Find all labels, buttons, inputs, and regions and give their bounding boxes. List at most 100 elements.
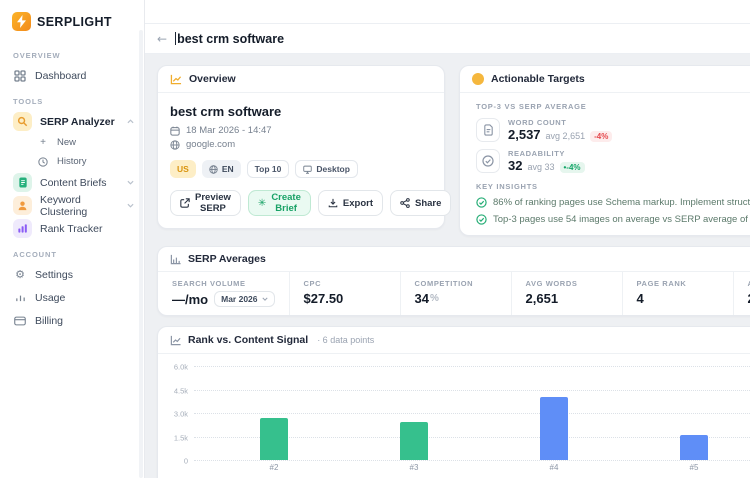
share-nodes-icon xyxy=(400,198,410,208)
chevron-up-icon[interactable] xyxy=(127,119,134,124)
sidebar-item-keyword-clustering[interactable]: Keyword Clustering xyxy=(0,194,144,218)
key-insights-label: KEY INSIGHTS xyxy=(476,182,538,191)
line-chart-icon xyxy=(170,74,182,85)
x-axis-label: #3 xyxy=(409,463,419,472)
sidebar-item-settings[interactable]: ⚙ Settings xyxy=(0,263,144,286)
dashboard-grid-icon xyxy=(13,69,27,82)
bar-#2[interactable] xyxy=(260,417,288,460)
search-icon xyxy=(13,112,32,131)
country-badge: US xyxy=(170,160,196,178)
month-dropdown[interactable]: Mar 2026 xyxy=(214,291,275,307)
sidebar-item-billing[interactable]: Billing xyxy=(0,309,144,332)
targets-card-title: Actionable Targets xyxy=(491,73,585,85)
chevron-down-icon[interactable] xyxy=(127,203,134,208)
sidebar-section-account: ACCOUNT xyxy=(13,250,57,259)
sidebar-item-rank-tracker[interactable]: Rank Tracker xyxy=(0,217,144,240)
lightning-bolt-icon xyxy=(12,12,31,31)
globe-icon xyxy=(209,164,218,174)
content: Overview best crm software 18 Mar 2026 -… xyxy=(145,54,750,478)
actionable-targets-card: Actionable Targets TOP-3 VS SERP AVERAGE… xyxy=(459,65,750,236)
sidebar-subitem-new[interactable]: + New xyxy=(0,133,144,152)
sidebar-item-content-briefs[interactable]: Content Briefs xyxy=(0,171,144,194)
word-count-value: 2,537 xyxy=(508,127,541,142)
y-axis-tick: 3.0k xyxy=(173,409,188,419)
calendar-icon xyxy=(170,126,180,136)
metric-word-count: WORD COUNT 2,537 avg 2,651 -4% xyxy=(476,118,750,142)
page-header: ← best crm software xyxy=(145,24,750,54)
metric-readability: READABILITY 32 avg 33 •-4% xyxy=(476,149,750,173)
sidebar-item-usage[interactable]: Usage xyxy=(0,286,144,309)
main-area: ← best crm software Overview best crm so… xyxy=(145,0,750,478)
sidebar-section-overview: OVERVIEW xyxy=(13,51,61,60)
person-icon xyxy=(13,196,32,215)
search-engine: google.com xyxy=(170,139,432,150)
share-button[interactable]: Share xyxy=(389,190,452,216)
y-axis-tick: 4.5k xyxy=(173,386,188,395)
check-circle-icon xyxy=(476,149,500,173)
device-badge: Desktop xyxy=(295,160,358,178)
text-caret xyxy=(175,31,177,45)
preview-serp-button[interactable]: Preview SERP xyxy=(170,190,241,216)
bar-#5[interactable] xyxy=(680,434,708,460)
overview-card: Overview best crm software 18 Mar 2026 -… xyxy=(157,65,452,229)
gridline: 6.0k xyxy=(174,363,750,372)
check-circle-icon xyxy=(476,197,487,208)
external-link-icon xyxy=(180,198,190,208)
x-axis-label: #5 xyxy=(689,463,699,472)
bar-chart-icon xyxy=(13,219,32,238)
stat-cpc: CPC $27.50 xyxy=(290,272,401,315)
sparkles-icon: ✳ xyxy=(257,197,267,209)
sidebar-scrollbar[interactable] xyxy=(139,30,143,478)
bar-#4[interactable] xyxy=(540,396,568,460)
chart-title: Rank vs. Content Signal xyxy=(188,334,309,346)
insight-item: Top-3 pages use 54 images on average vs … xyxy=(476,214,750,225)
chevron-down-icon xyxy=(261,297,268,301)
x-axis-label: #4 xyxy=(549,463,559,472)
chart-data-points-note: · 6 data points xyxy=(317,335,375,345)
document-icon xyxy=(13,173,32,192)
gear-icon: ⚙ xyxy=(15,268,25,281)
page-title: best crm software xyxy=(175,31,285,46)
chart-x-labels: #2 #3 #4 #5 xyxy=(194,463,750,474)
bar-chart-plot[interactable]: 6.0k 4.5k 3.0k 1.5k 0 xyxy=(174,363,750,466)
globe-icon xyxy=(170,139,180,150)
gridline: 0 xyxy=(184,457,750,466)
app-logo[interactable]: SERPLIGHT xyxy=(0,0,144,41)
chevron-down-icon[interactable] xyxy=(127,180,134,185)
download-icon xyxy=(328,198,338,208)
depth-badge: Top 10 xyxy=(246,160,290,178)
gridline: 3.0k xyxy=(174,410,750,419)
stat-competition: COMPETITION 34 % xyxy=(401,272,512,315)
rank-content-chart-card: Rank vs. Content Signal · 6 data points … xyxy=(157,326,750,478)
insight-item: 86% of ranking pages use Schema markup. … xyxy=(476,197,750,208)
language-badge: EN xyxy=(201,160,241,178)
sidebar-item-dashboard[interactable]: Dashboard xyxy=(0,64,144,87)
document-icon xyxy=(476,118,500,142)
sidebar: SERPLIGHT OVERVIEW Dashboard TOOLS SERP … xyxy=(0,0,145,478)
overview-card-title: Overview xyxy=(189,73,236,85)
word-count-delta-badge: -4% xyxy=(590,131,613,142)
back-arrow-icon[interactable]: ← xyxy=(157,32,167,46)
y-axis-tick: 1.5k xyxy=(173,433,188,442)
credit-card-icon xyxy=(13,316,27,326)
export-button[interactable]: Export xyxy=(317,190,383,216)
stat-page-rank: PAGE RANK 4 xyxy=(623,272,734,315)
check-circle-icon xyxy=(476,214,487,225)
top-bar xyxy=(145,0,750,24)
sidebar-item-serp-analyzer[interactable]: SERP Analyzer xyxy=(0,110,144,133)
gridline: 4.5k xyxy=(174,386,750,395)
scatter-chart-icon xyxy=(170,335,181,346)
target-dot-icon xyxy=(472,73,484,85)
clock-icon xyxy=(36,156,50,167)
serp-card-title: SERP Averages xyxy=(188,253,266,265)
readability-delta-badge: •-4% xyxy=(559,162,585,173)
monitor-icon xyxy=(303,165,313,174)
stat-avg-images: AVG IMAGES 26 xyxy=(734,272,750,315)
sidebar-subitem-history[interactable]: History xyxy=(0,152,144,171)
plus-icon: + xyxy=(40,137,46,148)
x-axis-label: #2 xyxy=(269,463,279,472)
stat-avg-words: AVG WORDS 2,651 xyxy=(512,272,623,315)
create-brief-button[interactable]: ✳ Create Brief xyxy=(247,190,311,216)
bar-#3[interactable] xyxy=(400,422,428,460)
readability-value: 32 xyxy=(508,158,523,173)
